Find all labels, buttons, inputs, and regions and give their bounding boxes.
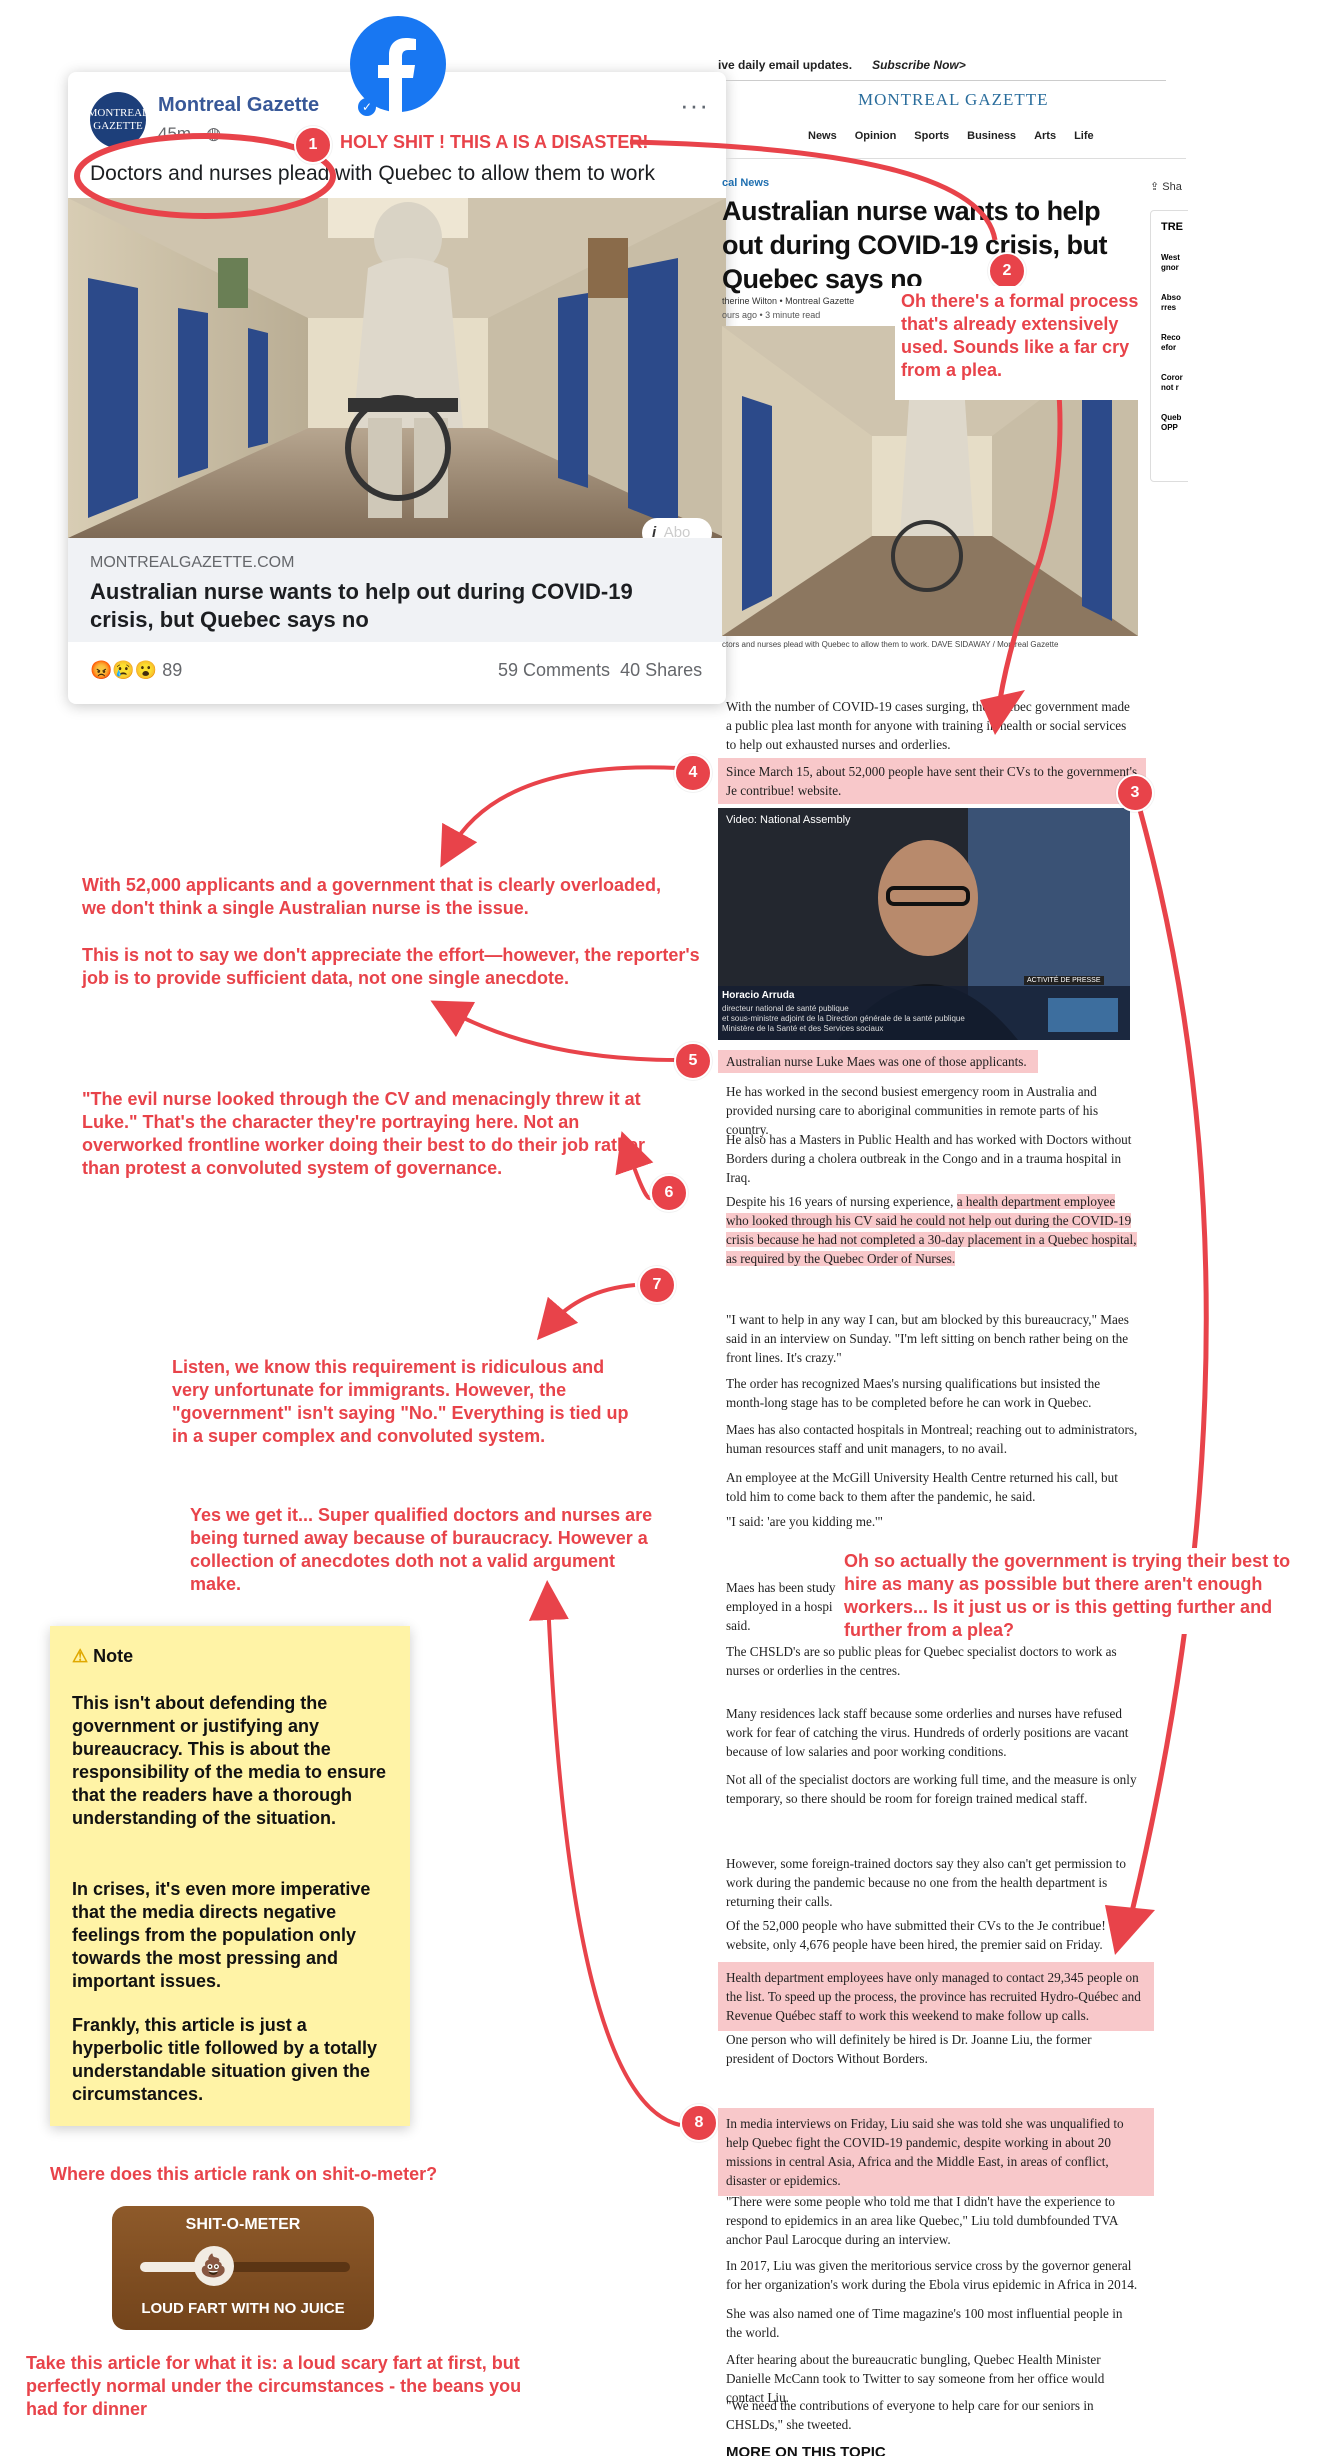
facebook-logo-icon [350, 16, 446, 112]
badge-3: 3 [1116, 774, 1154, 812]
badge-6: 6 [650, 1174, 688, 1212]
badge-8: 8 [680, 2104, 718, 2142]
comment-1: HOLY SHIT ! THIS A IS A DISASTER! [340, 132, 649, 152]
badge-5: 5 [674, 1042, 712, 1080]
badge-1: 1 [294, 126, 332, 164]
badge-4: 4 [674, 754, 712, 792]
badge-7: 7 [638, 1266, 676, 1304]
badge-2: 2 [988, 252, 1026, 290]
comment-3: Oh so actually the government is trying … [840, 1548, 1315, 1640]
comment-2: Oh there's a formal process that's alrea… [895, 286, 1145, 400]
